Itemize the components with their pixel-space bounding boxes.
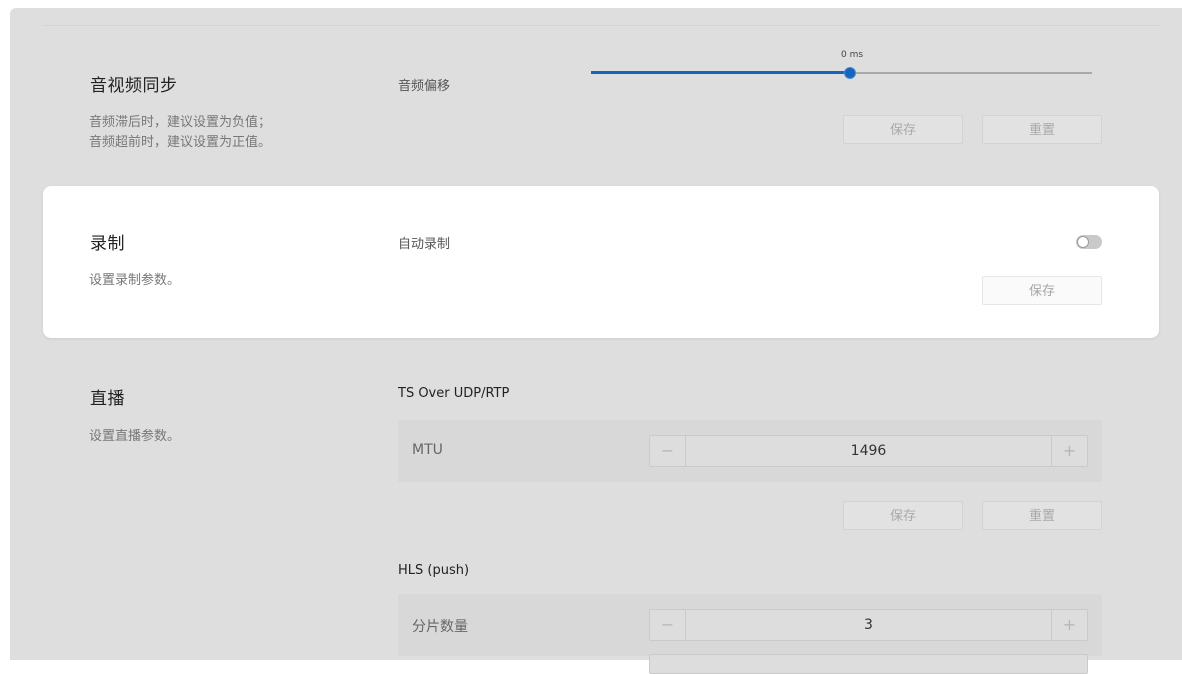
live-title: 直播 <box>90 389 125 409</box>
slider-fill <box>591 71 850 74</box>
segments-decrement-button[interactable]: − <box>650 610 686 640</box>
av-sync-desc-line2: 音频超前时，建议设置为正值。 <box>89 135 272 150</box>
mtu-label: MTU <box>412 442 443 458</box>
av-sync-save-button[interactable]: 保存 <box>843 115 963 144</box>
slider-value-label: 0 ms <box>841 50 864 60</box>
live-description: 设置直播参数。 <box>89 429 181 444</box>
audio-offset-label: 音频偏移 <box>398 79 451 94</box>
slider-thumb[interactable] <box>844 67 856 79</box>
auto-record-toggle[interactable] <box>1076 235 1102 249</box>
segments-label: 分片数量 <box>412 619 468 635</box>
recording-description: 设置录制参数。 <box>89 273 181 288</box>
recording-save-button[interactable]: 保存 <box>982 276 1102 305</box>
segments-increment-button[interactable]: + <box>1051 610 1087 640</box>
av-sync-description: 音频滞后时，建议设置为负值； 音频超前时，建议设置为正值。 <box>89 113 271 153</box>
live-save-button[interactable]: 保存 <box>843 501 963 530</box>
audio-offset-slider[interactable]: 0 ms <box>591 50 1092 84</box>
mtu-decrement-button[interactable]: − <box>650 436 686 466</box>
toggle-knob <box>1077 236 1089 248</box>
segments-row: 分片数量 − 3 + <box>398 594 1102 656</box>
av-sync-reset-button[interactable]: 重置 <box>982 115 1102 144</box>
next-stepper-partial <box>649 654 1088 674</box>
av-sync-title: 音视频同步 <box>90 76 178 96</box>
mtu-increment-button[interactable]: + <box>1051 436 1087 466</box>
live-reset-button[interactable]: 重置 <box>982 501 1102 530</box>
auto-record-label: 自动录制 <box>398 237 451 252</box>
segments-value-input[interactable]: 3 <box>686 610 1051 640</box>
hls-push-label: HLS (push) <box>398 563 470 578</box>
recording-card <box>43 186 1159 338</box>
mtu-row: MTU − 1496 + <box>398 420 1102 482</box>
ts-over-udp-label: TS Over UDP/RTP <box>398 386 510 401</box>
top-divider <box>43 25 1160 26</box>
mtu-value-input[interactable]: 1496 <box>686 436 1051 466</box>
mtu-stepper: − 1496 + <box>649 435 1088 467</box>
av-sync-desc-line1: 音频滞后时，建议设置为负值； <box>89 115 272 130</box>
recording-title: 录制 <box>90 234 125 254</box>
segments-stepper: − 3 + <box>649 609 1088 641</box>
